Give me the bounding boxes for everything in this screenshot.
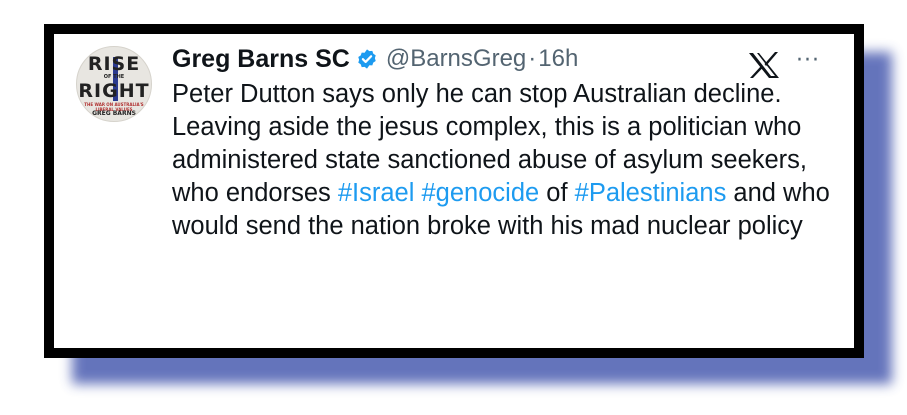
tweet-text-segment: of	[539, 179, 575, 207]
author-handle[interactable]: @BarnsGreg	[386, 45, 526, 73]
avatar-cover-title-2: RIGHT	[78, 80, 150, 102]
tweet-header: Greg Barns SC @BarnsGreg · 16h	[172, 44, 578, 74]
separator-dot: ·	[528, 45, 537, 72]
avatar-cover-title-1: RISE	[87, 53, 141, 75]
x-logo-icon	[747, 50, 781, 80]
more-options-icon[interactable]: ···	[796, 48, 820, 73]
tweet-frame: RISE OF THE RIGHT THE WAR ON AUSTRALIA'S…	[44, 24, 864, 358]
screenshot-stage: RISE OF THE RIGHT THE WAR ON AUSTRALIA'S…	[0, 0, 907, 415]
avatar-cover-author: GREG BARNS	[92, 110, 136, 117]
tweet-card[interactable]: RISE OF THE RIGHT THE WAR ON AUSTRALIA'S…	[54, 34, 854, 348]
hashtag-link-genocide[interactable]: #genocide	[422, 179, 540, 207]
hashtag-link-israel[interactable]: #Israel	[338, 179, 415, 207]
hashtag-link-palestinians[interactable]: #Palestinians	[575, 179, 727, 207]
tweet-text-segment	[414, 179, 421, 207]
verified-badge-icon	[356, 48, 378, 70]
tweet-timestamp[interactable]: 16h	[538, 45, 578, 73]
tweet-text: Peter Dutton says only he can stop Austr…	[172, 78, 832, 243]
author-name[interactable]: Greg Barns SC	[172, 45, 350, 74]
avatar[interactable]: RISE OF THE RIGHT THE WAR ON AUSTRALIA'S…	[76, 46, 152, 122]
